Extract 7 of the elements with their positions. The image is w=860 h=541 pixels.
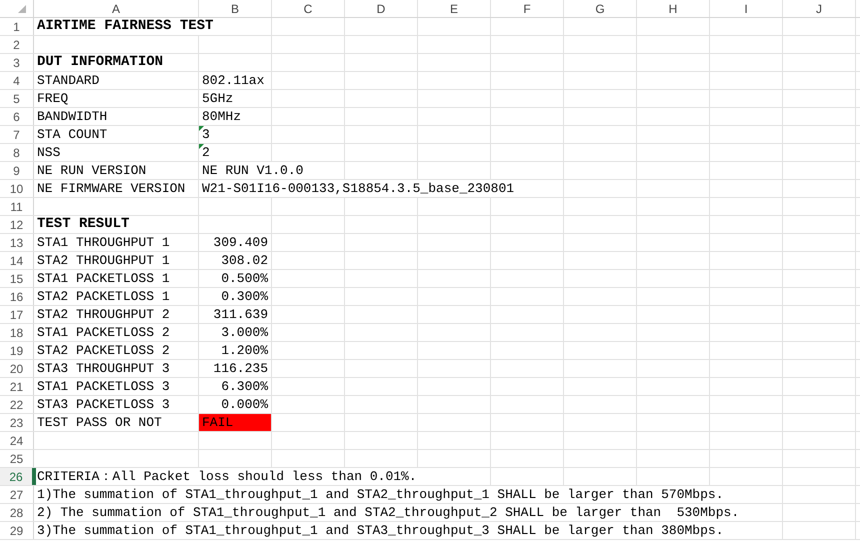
row-header[interactable]: 26 [0,468,34,485]
row-header[interactable]: 24 [0,432,34,449]
select-all-icon[interactable] [18,5,26,13]
row-header[interactable]: 25 [0,450,34,467]
table-cell[interactable]: FAIL [199,414,272,431]
row-header[interactable]: 2 [0,36,34,53]
row-header[interactable]: 11 [0,198,34,215]
